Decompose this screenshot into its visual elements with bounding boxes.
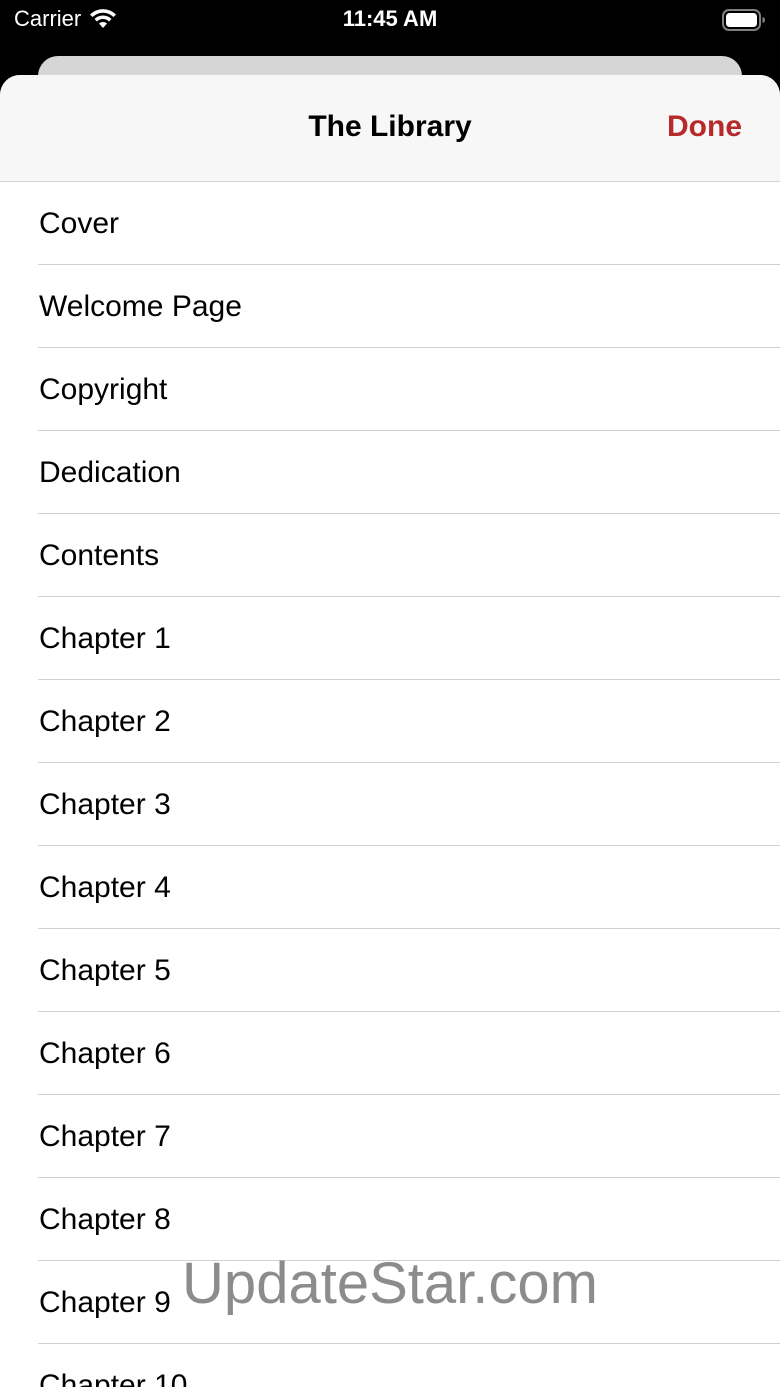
list-item[interactable]: Dedication: [0, 431, 780, 514]
list-item[interactable]: Chapter 7: [0, 1095, 780, 1178]
status-bar: Carrier 11:45 AM: [0, 0, 780, 40]
list-item[interactable]: Welcome Page: [0, 265, 780, 348]
list-item[interactable]: Chapter 2: [0, 680, 780, 763]
list-item[interactable]: Chapter 5: [0, 929, 780, 1012]
navigation-bar: The Library Done: [0, 75, 780, 182]
list-item[interactable]: Copyright: [0, 348, 780, 431]
list-item[interactable]: Chapter 6: [0, 1012, 780, 1095]
list-item[interactable]: Chapter 1: [0, 597, 780, 680]
table-of-contents-list: Cover Welcome Page Copyright Dedication …: [0, 182, 780, 1387]
page-title: The Library: [308, 110, 472, 143]
list-item[interactable]: Chapter 9: [0, 1261, 780, 1344]
library-sheet: The Library Done Cover Welcome Page Copy…: [0, 75, 780, 1387]
battery-icon: [722, 9, 766, 36]
list-item[interactable]: Chapter 3: [0, 763, 780, 846]
screen: Carrier 11:45 AM The Library Done Cover …: [0, 0, 780, 1387]
list-item[interactable]: Contents: [0, 514, 780, 597]
done-button[interactable]: Done: [667, 110, 742, 144]
list-item[interactable]: Chapter 4: [0, 846, 780, 929]
list-item[interactable]: Chapter 8: [0, 1178, 780, 1261]
list-item[interactable]: Cover: [0, 182, 780, 265]
list-item[interactable]: Chapter 10: [0, 1344, 780, 1387]
status-time: 11:45 AM: [342, 6, 438, 31]
